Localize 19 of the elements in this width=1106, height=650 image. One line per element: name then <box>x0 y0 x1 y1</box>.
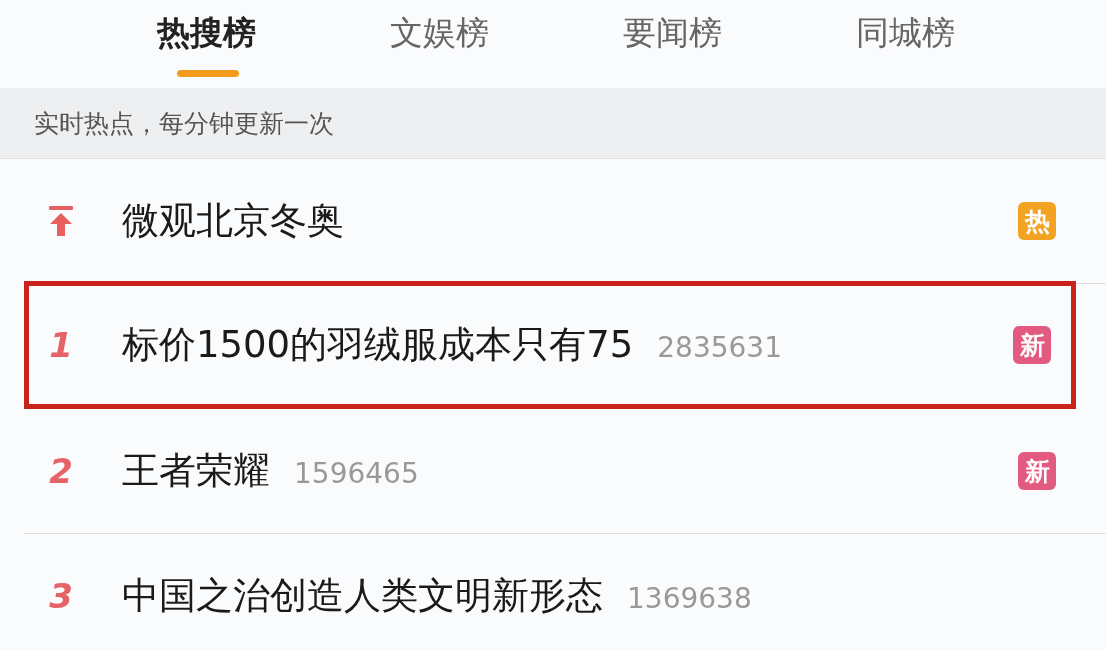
rank-number: 2 <box>49 451 73 491</box>
tab[interactable]: 文娱榜 <box>323 0 556 88</box>
rank-number: 3 <box>49 576 73 616</box>
heat-count: 2835631 <box>657 331 782 364</box>
tab[interactable]: 同城榜 <box>789 0 1022 88</box>
rank-number: 1 <box>49 325 73 365</box>
topic-link[interactable]: 王者荣耀 <box>122 446 270 496</box>
badge: 热 <box>1018 202 1056 240</box>
heat-count: 1596465 <box>294 457 419 490</box>
topic-link[interactable]: 微观北京冬奥 <box>122 196 344 246</box>
topic-link[interactable]: 中国之治创造人类文明新形态 <box>122 571 603 621</box>
badge: 新 <box>1013 326 1051 364</box>
tab[interactable]: 热搜榜 <box>90 0 323 88</box>
notice-text: 实时热点，每分钟更新一次 <box>34 107 334 140</box>
pin-top-icon <box>48 205 74 237</box>
heat-count: 1369638 <box>627 582 752 615</box>
badge: 新 <box>1018 452 1056 490</box>
topic-link[interactable]: 标价1500的羽绒服成本只有75 <box>122 320 634 370</box>
tab[interactable]: 要闻榜 <box>556 0 789 88</box>
